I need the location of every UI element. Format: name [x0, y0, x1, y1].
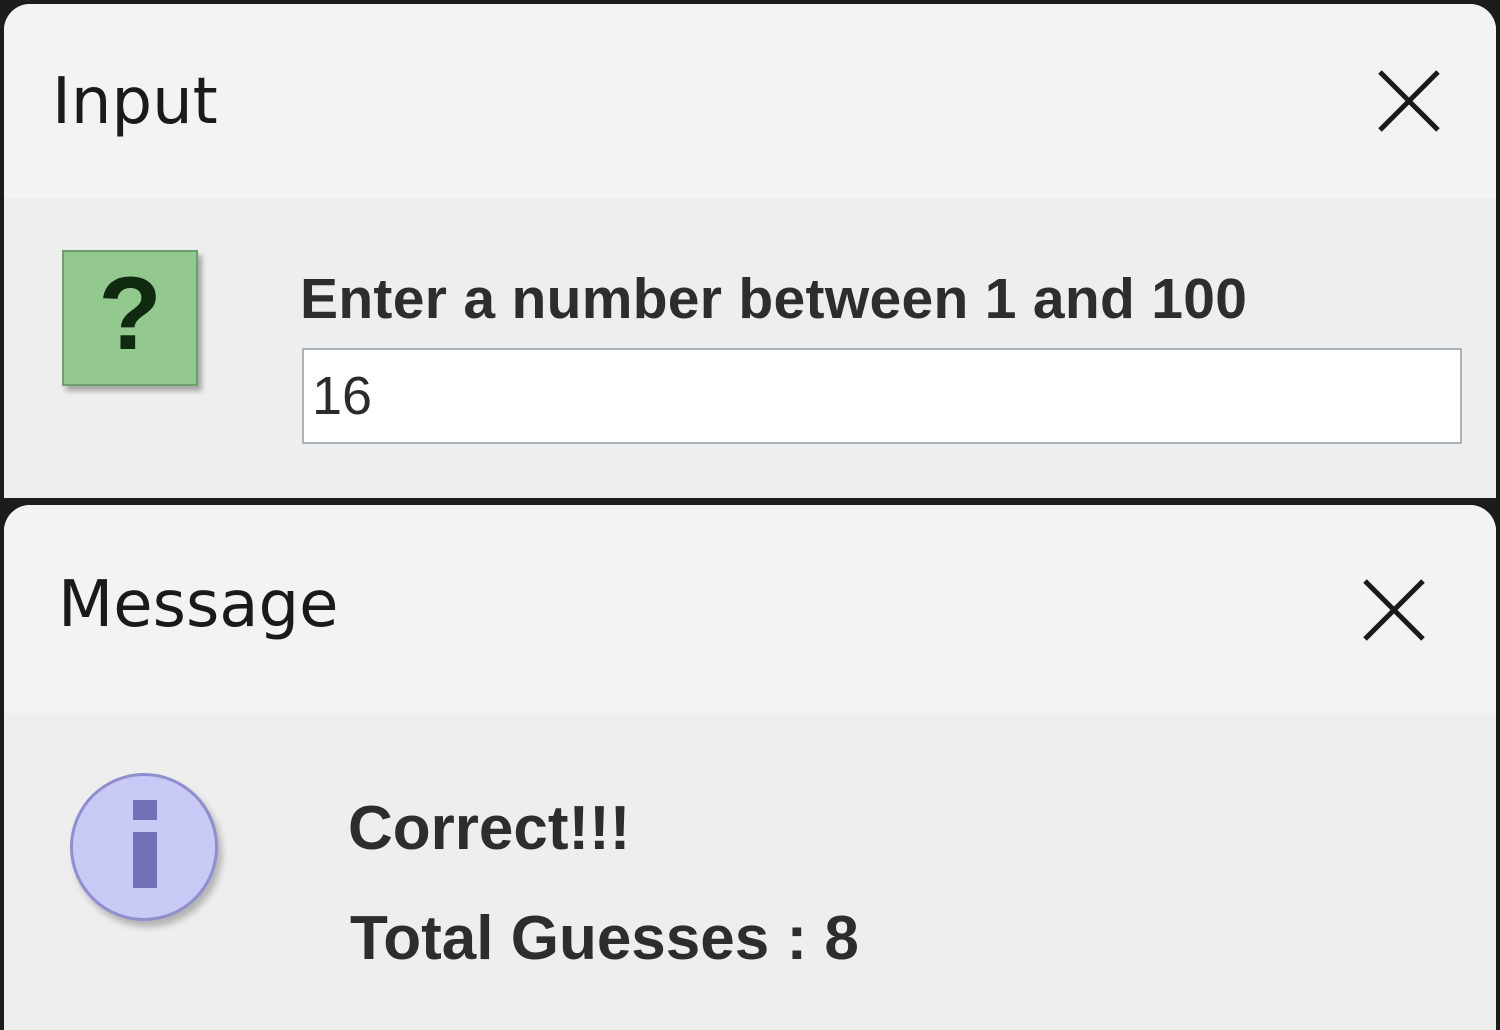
message-dialog: Message Correct!!! Total Guesses : 8	[4, 505, 1496, 1030]
close-icon[interactable]	[1359, 575, 1429, 645]
close-icon[interactable]	[1374, 66, 1444, 136]
input-dialog: Input ? Enter a number between 1 and 100	[4, 4, 1496, 498]
message-dialog-title: Message	[58, 568, 339, 642]
input-dialog-title: Input	[52, 65, 218, 139]
number-input[interactable]	[302, 348, 1462, 444]
prompt-label: Enter a number between 1 and 100	[300, 267, 1248, 331]
input-dialog-content: ? Enter a number between 1 and 100	[4, 198, 1496, 498]
message-dialog-content: Correct!!! Total Guesses : 8	[4, 713, 1496, 1030]
information-icon	[70, 773, 218, 921]
input-dialog-titlebar[interactable]: Input	[4, 4, 1496, 198]
question-icon: ?	[62, 250, 198, 386]
total-guesses-message: Total Guesses : 8	[350, 904, 859, 973]
result-message: Correct!!!	[348, 794, 631, 863]
message-dialog-titlebar[interactable]: Message	[4, 505, 1496, 713]
